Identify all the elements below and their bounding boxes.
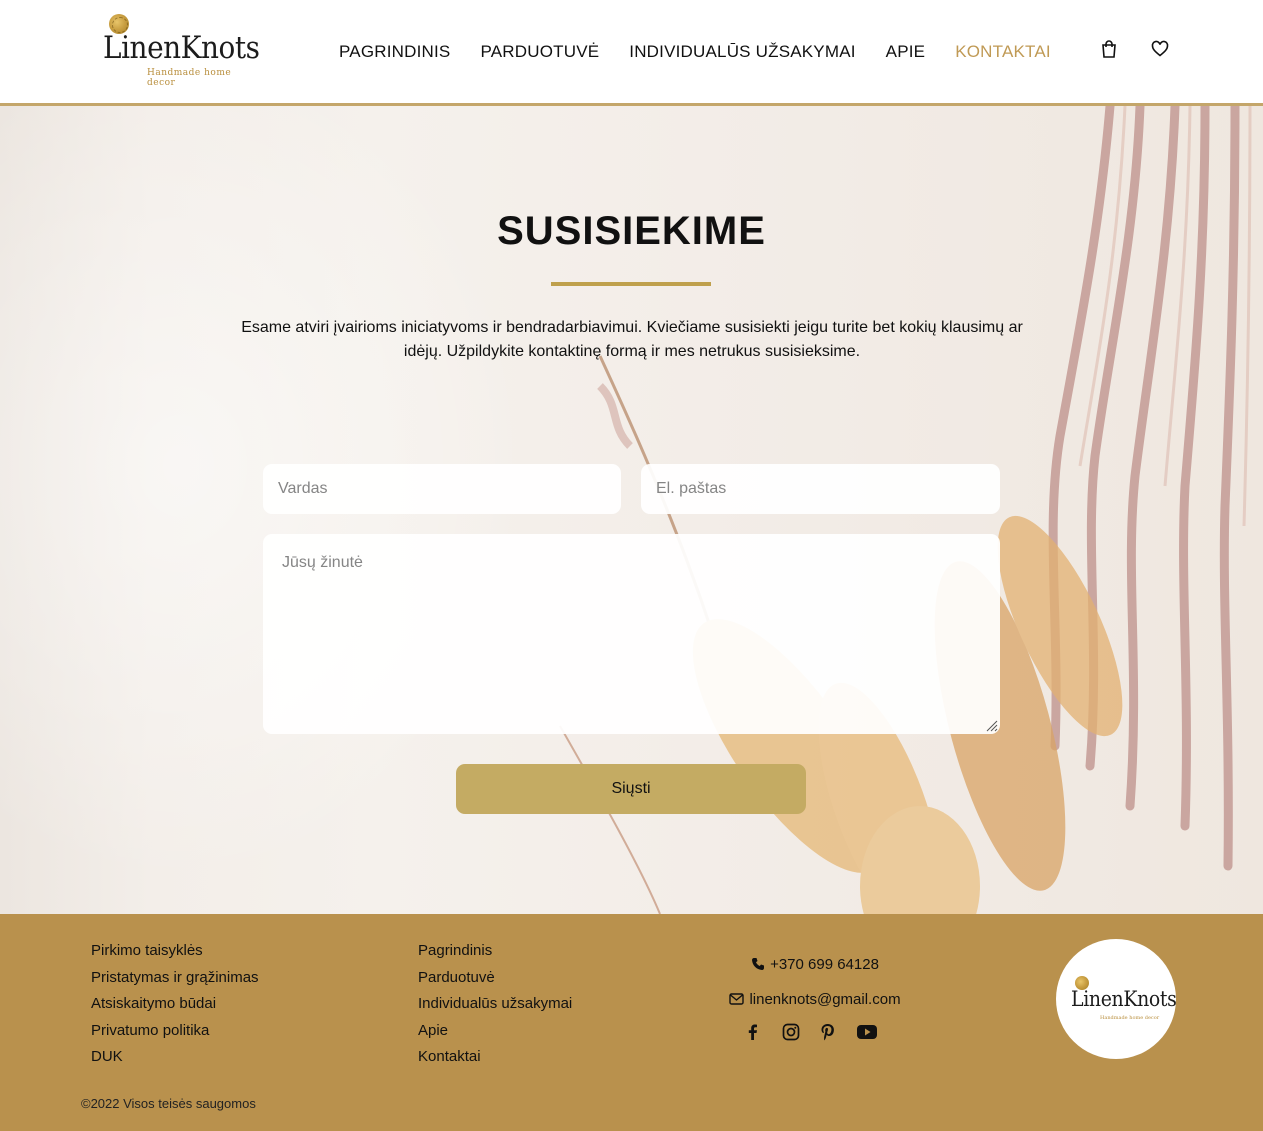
nav-item-kontaktai[interactable]: KONTAKTAI: [955, 40, 1051, 64]
page-title: SUSISIEKIME: [497, 209, 766, 253]
footer-contact: +370 699 64128 linenknots@gmail.com: [700, 954, 930, 1009]
footer-link-parduotuve[interactable]: Parduotuvė: [418, 965, 572, 992]
heart-icon[interactable]: [1151, 40, 1169, 58]
site-header: LinenKnots Handmade home decor PAGRINDIN…: [0, 0, 1263, 106]
message-placeholder: Jūsų žinutė: [282, 554, 363, 571]
footer-link-kontaktai[interactable]: Kontaktai: [418, 1044, 572, 1071]
footer-nav-links: Pagrindinis Parduotuvė Individualūs užsa…: [418, 938, 572, 1071]
submit-label: Siųsti: [611, 780, 651, 797]
footer-link-pagrindinis[interactable]: Pagrindinis: [418, 938, 572, 965]
email-placeholder: El. paštas: [656, 480, 727, 497]
email-text: linenknots@gmail.com: [749, 990, 901, 1008]
nav-item-pagrindinis[interactable]: PAGRINDINIS: [339, 40, 450, 64]
site-logo[interactable]: LinenKnots Handmade home decor: [103, 12, 260, 88]
footer-link-pirkimo-taisykles[interactable]: Pirkimo taisyklės: [91, 938, 259, 965]
phone-text: +370 699 64128: [770, 955, 879, 973]
footer-link-duk[interactable]: DUK: [91, 1044, 259, 1071]
footer-link-pristatymas[interactable]: Pristatymas ir grąžinimas: [91, 965, 259, 992]
contact-hero: SUSISIEKIME Esame atviri įvairioms inici…: [0, 106, 1263, 914]
copyright-text: ©2022 Visos teisės saugomos: [81, 1096, 256, 1111]
site-footer: Pirkimo taisyklės Pristatymas ir grąžini…: [0, 914, 1263, 1131]
phone-icon: [752, 958, 765, 970]
intro-text: Esame atviri įvairioms iniciatyvoms ir b…: [241, 319, 1023, 360]
footer-link-atsiskaitymo-budai[interactable]: Atsiskaitymo būdai: [91, 991, 259, 1018]
main-nav: PAGRINDINIS PARDUOTUVĖ INDIVIDUALŪS UŽSA…: [339, 40, 1051, 64]
footer-logo-tagline: Handmade home decor: [1100, 1015, 1160, 1021]
footer-logo-text: LinenKnots: [1071, 987, 1177, 1011]
pinterest-icon[interactable]: [820, 1023, 836, 1045]
facebook-icon[interactable]: [744, 1023, 762, 1045]
footer-logo[interactable]: LinenKnots Handmade home decor: [1056, 939, 1177, 1059]
logo-text: LinenKnots: [103, 30, 260, 66]
message-textarea[interactable]: Jūsų žinutė: [263, 534, 1000, 734]
title-divider: [551, 282, 711, 286]
footer-link-apie[interactable]: Apie: [418, 1018, 572, 1045]
footer-link-privatumo-politika[interactable]: Privatumo politika: [91, 1018, 259, 1045]
instagram-icon[interactable]: [782, 1023, 800, 1045]
shopping-bag-icon[interactable]: [1101, 40, 1117, 58]
name-input[interactable]: Vardas: [263, 464, 621, 514]
footer-policy-links: Pirkimo taisyklės Pristatymas ir grąžini…: [91, 938, 259, 1071]
nav-item-individualus-uzsakymai[interactable]: INDIVIDUALŪS UŽSAKYMAI: [629, 40, 855, 64]
submit-button[interactable]: Siųsti: [456, 764, 806, 814]
phone-row[interactable]: +370 699 64128: [700, 954, 930, 974]
nav-item-apie[interactable]: APIE: [886, 40, 926, 64]
youtube-icon[interactable]: [856, 1024, 878, 1044]
logo-tagline: Handmade home decor: [147, 68, 232, 88]
footer-link-individualus-uzsakymai[interactable]: Individualūs užsakymai: [418, 991, 572, 1018]
email-input[interactable]: El. paštas: [641, 464, 1000, 514]
name-placeholder: Vardas: [278, 480, 328, 497]
header-actions: [1101, 40, 1169, 58]
envelope-icon: [729, 993, 745, 1005]
social-links: [744, 1023, 878, 1045]
email-row[interactable]: linenknots@gmail.com: [700, 989, 930, 1009]
nav-item-parduotuve[interactable]: PARDUOTUVĖ: [480, 40, 599, 64]
resize-grip-icon[interactable]: [984, 718, 998, 732]
